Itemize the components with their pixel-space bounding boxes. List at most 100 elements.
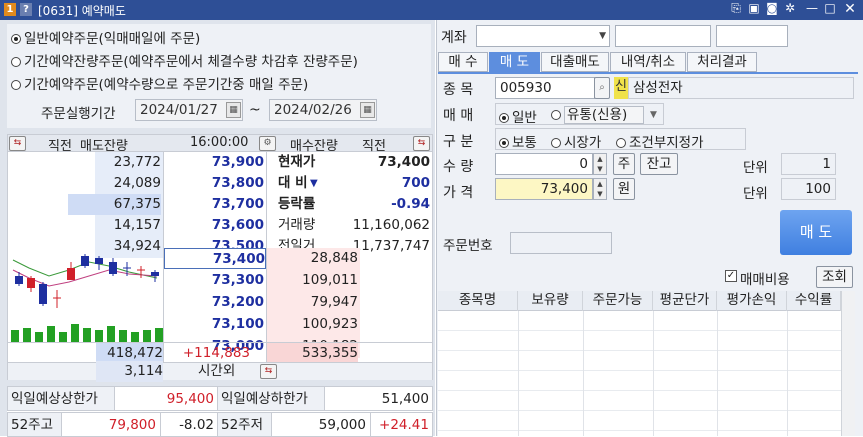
order-no-field[interactable] — [510, 232, 612, 254]
price-field[interactable]: 73,400 — [495, 178, 593, 200]
sell-submit-button[interactable]: 매 도 — [780, 210, 852, 255]
col-orderable[interactable]: 주문가능 — [583, 291, 653, 311]
buy-price-2[interactable]: 73,200 — [166, 292, 264, 313]
radio-trade-credit[interactable]: 유통(신용) — [551, 106, 645, 124]
sell-qty-3: 14,157 — [113, 217, 161, 233]
price-unit-button[interactable]: 원 — [613, 178, 635, 200]
divider — [518, 311, 519, 436]
radio-dot[interactable] — [551, 110, 561, 120]
radio-period-daily[interactable]: 기간예약주문(예약수량으로 주문기간중 매일 주문) — [11, 73, 308, 93]
end-date-field[interactable]: 2024/02/26 ▦ — [269, 99, 377, 121]
camera-icon[interactable]: ◙ — [764, 1, 780, 15]
up-icon[interactable]: ▲ — [594, 179, 606, 189]
w52-high-value: 79,800 — [61, 412, 161, 437]
symbol-code-field[interactable]: 005930 — [495, 77, 595, 99]
col-return[interactable]: 수익률 — [787, 291, 841, 311]
qty-stepper[interactable]: ▲ ▼ — [593, 153, 607, 175]
symbol-label: 종 목 — [443, 82, 474, 98]
account-password-field[interactable] — [716, 25, 788, 47]
radio-trade-normal[interactable]: 일반 — [499, 106, 537, 126]
maximize-icon[interactable]: □ — [822, 1, 838, 15]
after-hours-toggle-icon[interactable]: ⇆ — [260, 364, 277, 379]
after-hours-qty: 3,114 — [96, 361, 163, 382]
up-icon[interactable]: ▲ — [594, 154, 606, 164]
window-number-badge[interactable]: 1 — [4, 3, 16, 16]
gear-icon[interactable]: ✲ — [782, 1, 798, 15]
tab-sell[interactable]: 매 도 — [489, 52, 540, 72]
account-name-field[interactable] — [615, 25, 711, 47]
radio-dot[interactable] — [499, 138, 509, 148]
col-avg-price[interactable]: 평균단가 — [653, 291, 717, 311]
price-stepper[interactable]: ▲ ▼ — [593, 178, 607, 200]
radio-label: 조건부지정가 — [629, 135, 704, 151]
buy-price-0[interactable]: 73,400 — [164, 248, 266, 269]
radio-dot[interactable] — [11, 80, 21, 90]
col-name[interactable]: 종목명 — [438, 291, 518, 311]
minimize-icon[interactable]: — — [804, 1, 820, 15]
sell-price-0[interactable]: 73,900 — [166, 152, 264, 173]
close-icon[interactable]: ✕ — [842, 1, 858, 17]
sell-qty-2: 67,375 — [68, 194, 161, 215]
query-button[interactable]: 조회 — [816, 266, 853, 288]
radio-dot[interactable] — [11, 34, 21, 44]
sell-qty-1: 24,089 — [113, 175, 161, 191]
tab-underline — [438, 72, 858, 74]
buy-qty-3: 100,923 — [302, 316, 358, 332]
tab-buy[interactable]: 매 수 — [438, 52, 488, 72]
unit-value-1: 1 — [781, 153, 836, 175]
sell-price-1[interactable]: 73,800 — [166, 173, 264, 194]
order-no-label: 주문번호 — [443, 238, 493, 254]
radio-dot[interactable] — [551, 138, 561, 148]
prev-right-toggle-icon[interactable]: ⇆ — [413, 136, 430, 151]
link-icon[interactable]: ⎘ — [728, 1, 744, 16]
fee-checkbox[interactable]: ✓ — [725, 270, 737, 282]
buy-qty-1: 109,011 — [302, 272, 358, 288]
tab-history-cancel[interactable]: 내역/취소 — [610, 52, 686, 72]
qty-unit-button[interactable]: 주 — [613, 153, 635, 175]
help-icon[interactable]: ? — [20, 3, 32, 16]
holdings-scrollbar[interactable] — [841, 291, 855, 436]
credit-type-select[interactable]: 유통(신용) — [564, 106, 645, 124]
qty-field[interactable]: 0 — [495, 153, 593, 175]
header-time: 16:00:00 — [190, 135, 249, 150]
tab-results[interactable]: 처리결과 — [687, 52, 757, 72]
buy-price-3[interactable]: 73,100 — [166, 314, 264, 335]
col-pnl[interactable]: 평가손익 — [717, 291, 787, 311]
radio-normal-reserve[interactable]: 일반예약주문(익매매일에 주문) — [11, 27, 200, 47]
calendar-icon[interactable]: ▦ — [360, 102, 375, 118]
buy-price-1[interactable]: 73,300 — [166, 270, 264, 291]
sell-price-3[interactable]: 73,600 — [166, 215, 264, 236]
balance-button[interactable]: 잔고 — [640, 153, 678, 175]
w52-low-label: 52주저 — [217, 412, 272, 437]
end-date-value: 2024/02/26 — [274, 102, 352, 118]
search-icon[interactable]: ⌕ — [594, 77, 610, 99]
start-date-field[interactable]: 2024/01/27 ▦ — [135, 99, 243, 121]
chevron-down-icon[interactable]: ▼ — [650, 110, 657, 120]
sell-price-2[interactable]: 73,700 — [166, 194, 264, 215]
save-icon[interactable]: ▣ — [746, 1, 762, 15]
radio-label: 일반 — [512, 110, 537, 126]
chevron-down-icon[interactable]: ▼ — [599, 26, 606, 46]
radio-dot[interactable] — [616, 138, 626, 148]
limits-table: 익일예상상한가 95,400 익일예상하한가 51,400 52주고 79,80… — [7, 386, 433, 437]
radio-period-remaining[interactable]: 기간예약잔량주문(예약주문에서 체결수량 차감후 잔량주문) — [11, 50, 358, 70]
mini-candle-chart — [11, 254, 163, 342]
tab-loan-sell[interactable]: 대출매도 — [541, 52, 609, 72]
down-arrow-icon: ▼ — [310, 178, 318, 189]
info-val-1: 700 — [401, 175, 430, 191]
prev-left-toggle-icon[interactable]: ⇆ — [9, 136, 26, 151]
radio-dot[interactable] — [11, 57, 21, 67]
radio-kind-market[interactable]: 시장가 — [551, 131, 601, 151]
kind-label: 구 분 — [443, 134, 474, 150]
calendar-icon[interactable]: ▦ — [226, 102, 241, 118]
down-icon[interactable]: ▼ — [594, 164, 606, 174]
radio-kind-conditional[interactable]: 조건부지정가 — [616, 131, 704, 151]
radio-dot[interactable] — [499, 113, 509, 123]
radio-kind-normal[interactable]: 보통 — [499, 131, 537, 151]
col-holding[interactable]: 보유량 — [518, 291, 583, 311]
orderbook: ⇆ 직전 매도잔량 16:00:00 ⚙ 매수잔량 직전 ⇆ 23,772 73… — [7, 134, 433, 382]
account-select[interactable]: ▼ — [476, 25, 610, 47]
gear-icon[interactable]: ⚙ — [259, 136, 276, 151]
window-title: [0631] 예약매도 — [38, 4, 126, 18]
down-icon[interactable]: ▼ — [594, 189, 606, 199]
